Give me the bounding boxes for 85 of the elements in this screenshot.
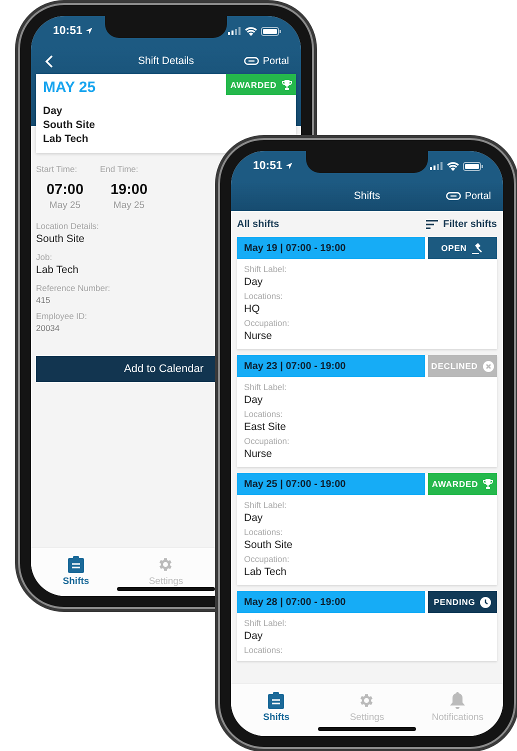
summary-line: South Site (43, 119, 96, 132)
filter-shifts-button[interactable]: Filter shifts (426, 219, 497, 230)
shift-card[interactable]: May 19 | 07:00 - 19:00 OPEN Shift Label: Day Locations: HQ Occupation: Nurse (237, 237, 497, 349)
detail-label: Employee ID: (36, 310, 88, 322)
field-label: Shift Label: (244, 617, 287, 629)
detail-label: Location Details: (36, 220, 99, 232)
time-label: Start Time: (36, 163, 78, 175)
filter-icon (426, 220, 438, 229)
field-label: Locations: (244, 644, 283, 656)
field-value: Nurse (244, 329, 272, 344)
field-value: Day (244, 393, 263, 408)
shift-heading: May 23 | 07:00 - 19:00 (237, 355, 425, 377)
shift-card[interactable]: May 23 | 07:00 - 19:00 DECLINED Shift Label: Day Locations: East Site Occupation: Nurse (237, 355, 497, 467)
bell-icon (450, 692, 466, 709)
portal-link[interactable]: Portal (446, 190, 491, 202)
field-label: Locations: (244, 290, 283, 302)
trophy-icon (282, 80, 292, 90)
field-label: Shift Label: (244, 381, 287, 393)
field-value: HQ (244, 302, 260, 317)
detail-value: South Site (36, 232, 84, 246)
field-value: Day (244, 629, 263, 644)
field-label: Occupation: (244, 553, 290, 565)
settings-icon (157, 556, 174, 573)
screen-title: Shift Details (138, 55, 194, 67)
detail-label: Reference Number: (36, 282, 110, 294)
time-value: 07:00 (46, 182, 84, 198)
field-label: Locations: (244, 408, 283, 420)
location-arrow-icon (85, 27, 94, 35)
screen-title: Shifts (354, 190, 380, 202)
signal-icon (430, 162, 443, 170)
tab[interactable]: Shifts (62, 548, 90, 587)
signal-icon (228, 27, 241, 35)
detail-value: Lab Tech (36, 263, 78, 277)
status-badge: AWARDED (428, 473, 497, 495)
clipboard-icon (68, 556, 84, 573)
time-value: 19:00 (110, 182, 148, 198)
settings-icon (358, 692, 376, 709)
trophy-icon (483, 479, 494, 489)
x-circle-icon (482, 360, 494, 372)
field-value: East Site (244, 420, 286, 435)
shift-heading: May 25 | 07:00 - 19:00 (237, 473, 425, 495)
battery-icon (463, 162, 483, 170)
field-label: Shift Label: (244, 499, 287, 511)
clock-icon (480, 596, 492, 608)
status-badge: OPEN (428, 237, 497, 259)
list-title: All shifts (237, 219, 280, 230)
field-label: Shift Label: (244, 263, 287, 275)
summary-line: Lab Tech (43, 133, 90, 146)
time-date: May 25 (49, 200, 81, 211)
location-arrow-icon (285, 162, 294, 170)
field-value: Day (244, 511, 263, 526)
detail-value: 415 (36, 294, 50, 307)
summary-line: Day (43, 105, 64, 118)
status-time: 10:51 (53, 25, 82, 37)
shift-card[interactable]: May 28 | 07:00 - 19:00 PENDING Shift Label: Day Locations: (237, 591, 497, 661)
status-badge: DECLINED (428, 355, 497, 377)
wifi-icon (447, 162, 459, 170)
tab[interactable]: Shifts (263, 684, 290, 723)
link-icon (244, 57, 259, 65)
field-label: Locations: (244, 526, 283, 538)
detail-value: 20034 (36, 322, 60, 335)
field-value: Lab Tech (244, 565, 286, 580)
add-to-calendar-button[interactable]: Add to Calendar (36, 356, 217, 382)
battery-icon (261, 26, 281, 36)
time-date: May 25 (113, 200, 145, 211)
field-label: Occupation: (244, 435, 290, 447)
field-value: Nurse (244, 447, 272, 462)
field-value: South Site (244, 538, 292, 553)
shift-date: MAY 25 (43, 78, 96, 96)
wifi-icon (245, 26, 257, 36)
field-value: Day (244, 275, 263, 290)
portal-link[interactable]: Portal (244, 56, 289, 66)
status-badge: AWARDED (226, 74, 296, 95)
detail-label: Job: (36, 251, 52, 263)
chevron-left-icon[interactable] (45, 54, 53, 68)
gavel-icon (472, 242, 484, 254)
time-label: End Time: (100, 163, 138, 175)
link-icon (446, 192, 461, 200)
shift-card[interactable]: May 25 | 07:00 - 19:00 AWARDED Shift Label: Day Locations: South Site Occupation: Lab Tech (237, 473, 497, 585)
status-time: 10:51 (253, 160, 282, 172)
status-badge: PENDING (428, 591, 497, 613)
shift-heading: May 28 | 07:00 - 19:00 (237, 591, 425, 613)
shift-heading: May 19 | 07:00 - 19:00 (237, 237, 425, 259)
field-label: Occupation: (244, 317, 290, 329)
clipboard-icon (268, 692, 284, 709)
